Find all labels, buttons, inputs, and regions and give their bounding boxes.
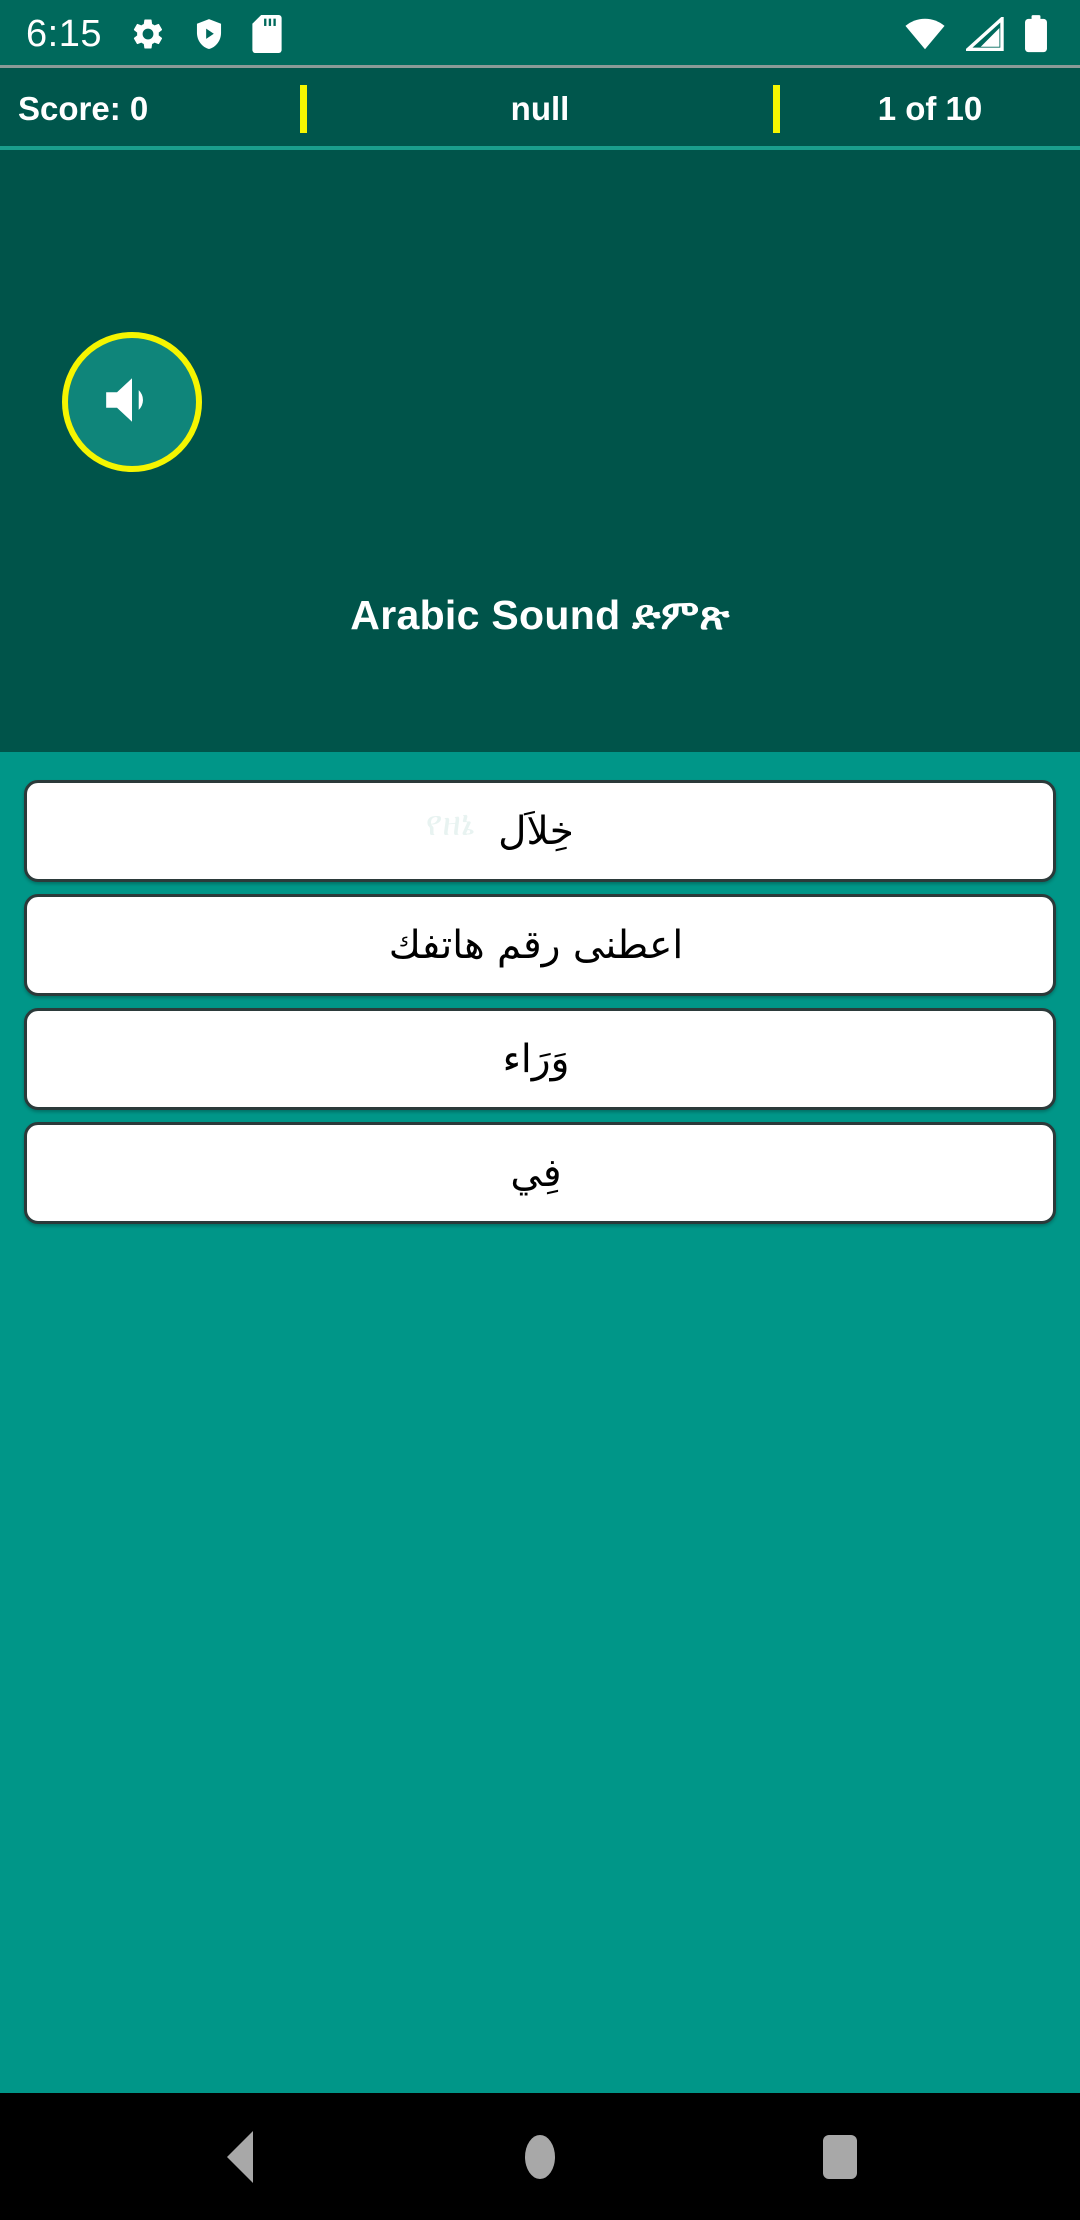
play-protect-icon <box>192 16 226 52</box>
answer-option-4[interactable]: فِي <box>24 1122 1056 1224</box>
status-left-icon-group <box>130 15 282 53</box>
answer-option-label: اعطنى رقم هاتفك <box>388 922 684 968</box>
question-title: Arabic Sound ድምጽ <box>350 592 730 638</box>
android-navigation-bar <box>0 2093 1080 2220</box>
nav-home-button[interactable] <box>495 2112 585 2202</box>
app-screen: 6:15 Score: 0 null 1 of 10 Arabic Sound … <box>0 0 1080 2220</box>
question-hero: Arabic Sound ድምጽ የዘኔ <box>0 150 1080 843</box>
question-subtitle: የዘኔ <box>425 805 475 843</box>
speaker-icon <box>101 371 163 434</box>
home-icon <box>525 2134 555 2179</box>
gear-icon <box>130 16 166 52</box>
sd-card-icon <box>252 15 282 53</box>
recents-icon <box>823 2134 857 2179</box>
score-divider-right <box>773 85 780 133</box>
answer-option-label: وَرَاء <box>502 1036 570 1082</box>
play-sound-button[interactable] <box>62 332 202 472</box>
nav-recents-button[interactable] <box>795 2112 885 2202</box>
answer-options-list: خِلاَل اعطنى رقم هاتفك وَرَاء فِي <box>0 752 1080 2093</box>
answer-option-3[interactable]: وَرَاء <box>24 1008 1056 1110</box>
answer-option-2[interactable]: اعطنى رقم هاتفك <box>24 894 1056 996</box>
question-progress-label: 1 of 10 <box>877 90 983 127</box>
cellular-signal-icon <box>966 17 1004 51</box>
wifi-icon <box>904 17 946 51</box>
status-clock: 6:15 <box>26 12 102 55</box>
nav-back-button[interactable] <box>195 2112 285 2202</box>
battery-icon <box>1024 15 1048 53</box>
back-icon <box>227 2130 253 2183</box>
score-label: Score: 0 <box>18 90 149 127</box>
status-right-icon-group <box>904 15 1054 53</box>
score-divider-left <box>300 85 307 133</box>
status-bar: 6:15 <box>0 0 1080 68</box>
score-middle-label: null <box>510 90 570 127</box>
answer-option-label: فِي <box>510 1150 562 1196</box>
score-bar: Score: 0 null 1 of 10 <box>0 68 1080 150</box>
